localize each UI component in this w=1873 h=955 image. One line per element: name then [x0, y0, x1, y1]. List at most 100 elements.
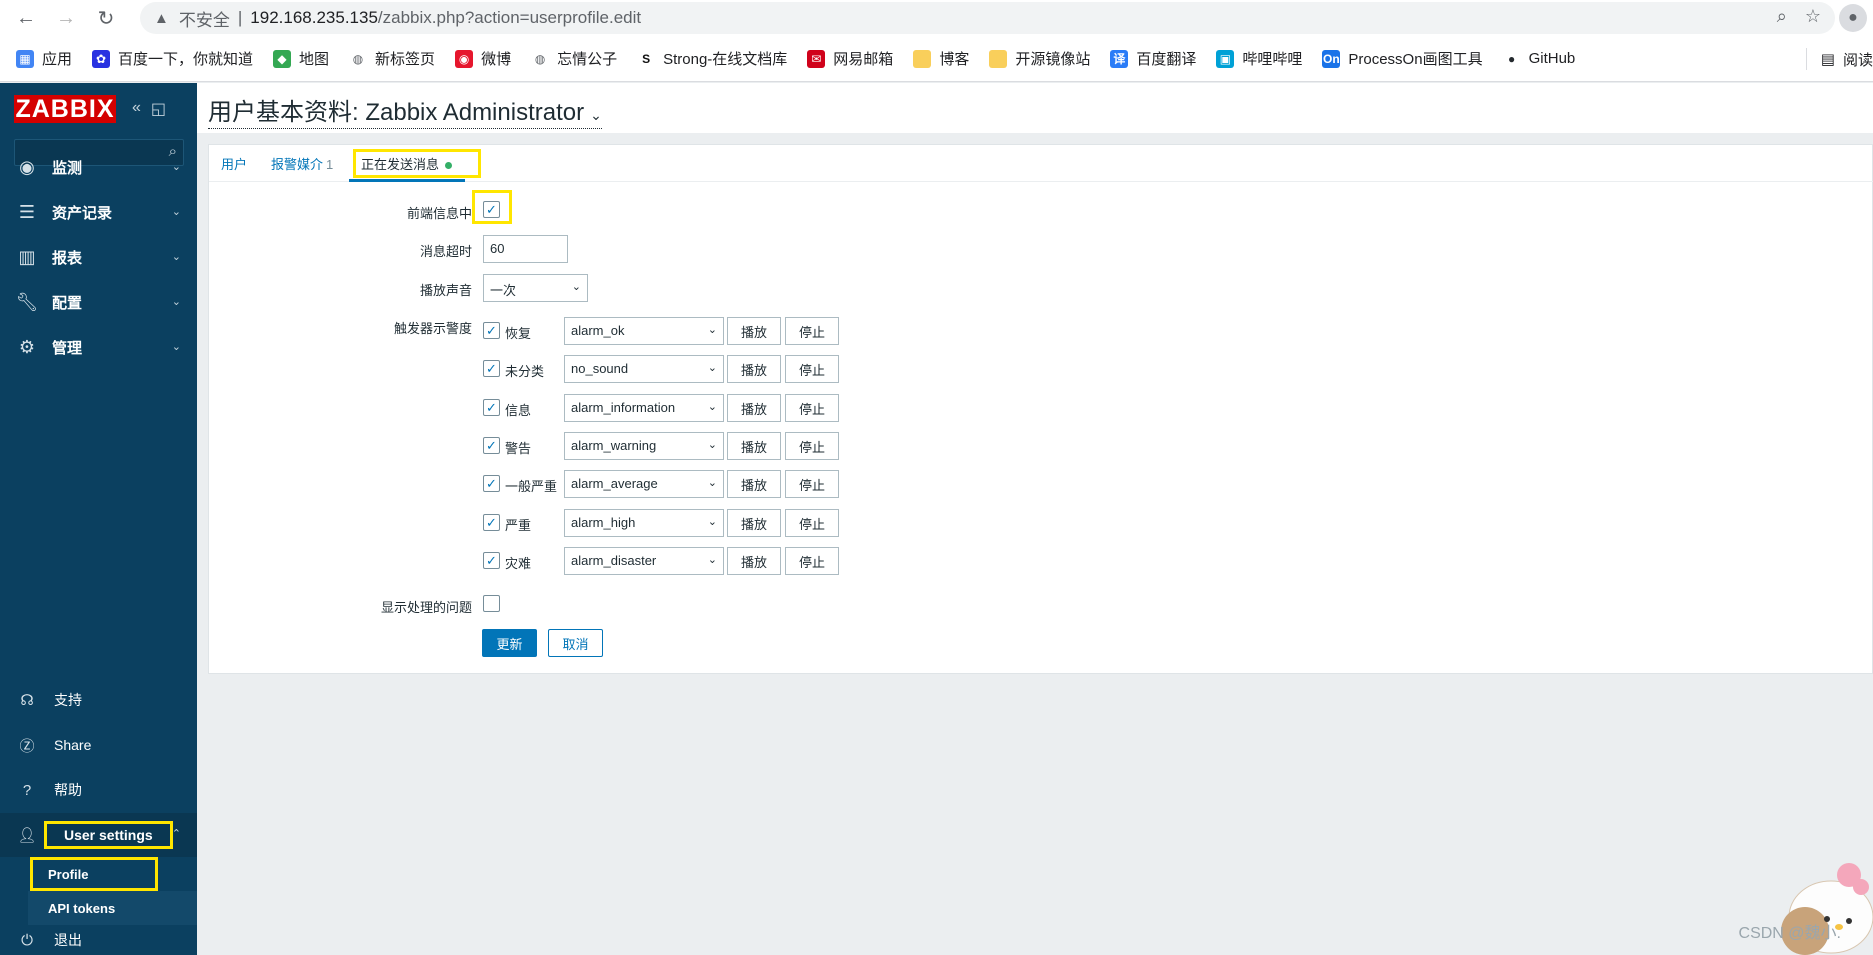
severity-label: 未分类 — [505, 364, 545, 379]
wrench-icon: 🔧︎ — [15, 292, 39, 312]
list-icon: ☰ — [18, 202, 36, 222]
menu-logout[interactable]: ⏻ 退出 — [0, 925, 197, 955]
cancel-button[interactable]: 取消 — [548, 629, 603, 657]
zabbix-logo[interactable]: ZABBIX — [14, 95, 116, 123]
bookmark-item[interactable]: ● GitHub — [1503, 50, 1575, 68]
bookmark-label: 百度一下，你就知道 — [118, 51, 254, 68]
help-icon: ? — [22, 781, 32, 799]
severity-checkbox[interactable]: ✓ — [483, 552, 500, 569]
menu-user-settings[interactable]: 👤︎ User settings ⌃ — [0, 813, 197, 857]
severity-sound-select[interactable]: alarm_disaster ⌄ — [564, 547, 724, 575]
bookmark-item[interactable]: ▮ 开源镜像站 — [989, 48, 1090, 69]
severity-sound-select[interactable]: alarm_warning ⌄ — [564, 432, 724, 460]
collapse-sidebar-icon[interactable]: « — [132, 99, 141, 119]
chevron-down-icon: ⌄ — [171, 161, 181, 173]
menu-share-label: Share — [54, 737, 92, 753]
stop-sound-button[interactable]: 停止 — [785, 432, 839, 460]
reload-icon[interactable]: ↻ — [92, 4, 120, 32]
severity-checkbox[interactable]: ✓ — [483, 437, 500, 454]
zoom-icon[interactable]: ⌕ — [1777, 6, 1787, 27]
bookmark-item[interactable]: ◍ 忘情公子 — [531, 48, 617, 69]
play-sound-select[interactable]: 一次 ⌄ — [483, 274, 588, 302]
severity-checkbox[interactable]: ✓ — [483, 360, 500, 377]
bookmark-item[interactable]: ◍ 新标签页 — [349, 48, 435, 69]
severity-sound-value: alarm_warning — [571, 438, 657, 453]
kiosk-mode-icon[interactable]: ◱ — [151, 99, 166, 119]
severity-sound-select[interactable]: alarm_average ⌄ — [564, 470, 724, 498]
url-text[interactable]: 192.168.235.135/zabbix.php?action=userpr… — [250, 8, 641, 28]
severity-sound-value: no_sound — [571, 361, 629, 376]
severity-checkbox[interactable]: ✓ — [483, 399, 500, 416]
url-path: /zabbix.php?action=userprofile.edit — [377, 8, 642, 27]
menu-configuration[interactable]: 🔧︎ 配置 ⌄ — [0, 280, 197, 325]
menu-inventory[interactable]: ☰ 资产记录 ⌄ — [0, 190, 197, 235]
severity-sound-select[interactable]: no_sound ⌄ — [564, 355, 724, 383]
bookmark-item[interactable]: ▦ 应用 — [16, 48, 72, 69]
browser-profile-icon[interactable]: ● — [1839, 4, 1867, 32]
menu-share[interactable]: Ⓩ Share — [0, 723, 197, 767]
menu-configuration-label: 配置 — [52, 295, 83, 312]
frontend-messaging-checkbox[interactable]: ✓ — [483, 201, 500, 218]
bookmark-item[interactable]: ✉ 网易邮箱 — [807, 48, 893, 69]
bookmark-item[interactable]: ◆ 地图 — [273, 48, 329, 69]
menu-help[interactable]: ? 帮助 — [0, 768, 197, 812]
menu-monitoring[interactable]: ◉ 监测 ⌄ — [0, 145, 197, 190]
stop-sound-button[interactable]: 停止 — [785, 509, 839, 537]
bookmark-label: 哔哩哔哩 — [1242, 51, 1303, 68]
message-timeout-input[interactable]: 60 — [483, 235, 568, 263]
submenu-api-tokens[interactable]: API tokens — [28, 891, 197, 925]
play-sound-button[interactable]: 播放 — [727, 317, 781, 345]
profile-panel: 用户 报警媒介 1 正在发送消息 — [208, 144, 1873, 674]
severity-label: 信息 — [505, 403, 532, 418]
update-button[interactable]: 更新 — [482, 629, 537, 657]
bookmark-star-icon[interactable]: ☆ — [1805, 6, 1821, 27]
stop-sound-button[interactable]: 停止 — [785, 317, 839, 345]
show-suppressed-checkbox[interactable] — [483, 595, 500, 612]
stop-sound-button[interactable]: 停止 — [785, 470, 839, 498]
severity-sound-select[interactable]: alarm_high ⌄ — [564, 509, 724, 537]
severity-checkbox[interactable]: ✓ — [483, 475, 500, 492]
bookmark-item[interactable]: 译百度翻译 — [1110, 48, 1196, 69]
bookmark-label: 博客 — [939, 51, 970, 68]
forward-icon[interactable]: → — [52, 4, 80, 32]
show-suppressed-label: 显示处理的问题 — [380, 600, 472, 615]
reading-list[interactable]: ▤ 阅读 — [1805, 48, 1873, 70]
bookmark-item[interactable]: ▮ 博客 — [913, 48, 969, 69]
tab-media-label: 报警媒介 — [271, 157, 324, 172]
bookmark-item[interactable]: ▣ 哔哩哔哩 — [1216, 48, 1302, 69]
submenu-profile[interactable]: Profile — [30, 857, 158, 891]
menu-reports-label: 报表 — [52, 250, 83, 267]
severity-sound-value: alarm_information — [571, 400, 676, 415]
menu-support[interactable]: ☊ 支持 — [0, 678, 197, 722]
tab-user[interactable]: 用户 — [221, 154, 247, 173]
stop-sound-button[interactable]: 停止 — [785, 394, 839, 422]
chevron-down-icon: ⌄ — [171, 341, 181, 353]
address-bar[interactable]: ▲ 不安全 | 192.168.235.135/zabbix.php?actio… — [140, 2, 1835, 34]
play-sound-button[interactable]: 播放 — [727, 509, 781, 537]
play-sound-button[interactable]: 播放 — [727, 432, 781, 460]
play-sound-button[interactable]: 播放 — [727, 355, 781, 383]
page-title[interactable]: 用户基本资料: Zabbix Administrator ⌄ — [208, 92, 602, 129]
menu-administration[interactable]: ⚙ 管理 ⌄ — [0, 325, 197, 370]
tab-media[interactable]: 报警媒介 1 — [271, 154, 333, 173]
menu-reports[interactable]: ▥ 报表 ⌄ — [0, 235, 197, 280]
severity-checkbox[interactable]: ✓ — [483, 322, 500, 339]
bookmark-item[interactable]: ✿ 百度一下，你就知道 — [92, 48, 253, 69]
stop-sound-button[interactable]: 停止 — [785, 355, 839, 383]
play-sound-button[interactable]: 播放 — [727, 394, 781, 422]
play-sound-button[interactable]: 播放 — [727, 547, 781, 575]
play-sound-button[interactable]: 播放 — [727, 470, 781, 498]
tab-messaging[interactable]: 正在发送消息 — [353, 149, 481, 178]
stop-sound-button[interactable]: 停止 — [785, 547, 839, 575]
bookmark-item[interactable]: S Strong-在线文档库 — [637, 48, 787, 69]
severity-sound-select[interactable]: alarm_ok ⌄ — [564, 317, 724, 345]
menu-support-label: 支持 — [54, 692, 82, 708]
severity-label: 警告 — [505, 441, 532, 456]
severity-checkbox[interactable]: ✓ — [483, 514, 500, 531]
bookmark-item[interactable]: ◉ 微博 — [455, 48, 511, 69]
tab-media-count: 1 — [326, 157, 334, 172]
back-icon[interactable]: ← — [12, 4, 40, 32]
severity-sound-select[interactable]: alarm_information ⌄ — [564, 394, 724, 422]
severity-label: 一般严重 — [505, 479, 558, 494]
bookmark-item[interactable]: On ProcessOn画图工具 — [1322, 48, 1483, 69]
